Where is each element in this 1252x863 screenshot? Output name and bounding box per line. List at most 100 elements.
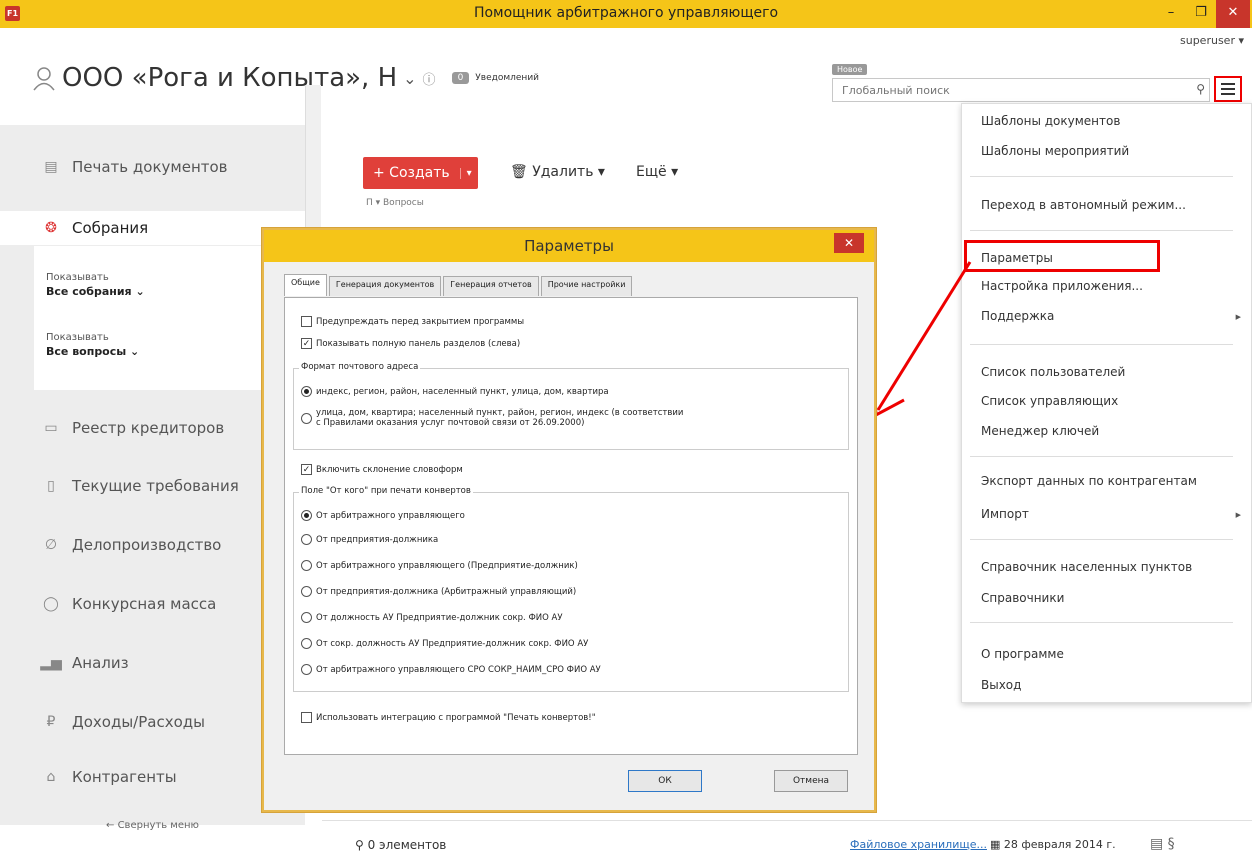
address-option-2[interactable]: улица, дом, квартира; населенный пункт, … (301, 408, 683, 428)
global-search[interactable]: ⚲ (832, 78, 1210, 102)
sidebar: ▤ Печать документов ❂ Собрания Показывать … (0, 125, 305, 825)
document-icon: ▤ (44, 159, 58, 175)
minimize-button[interactable]: – (1156, 0, 1186, 28)
envelope-integration-checkbox[interactable]: Использовать интеграцию с программой "Пе… (301, 712, 596, 723)
menu-divider (970, 344, 1233, 345)
search-input[interactable] (833, 79, 1173, 102)
menu-item[interactable]: Импорт (981, 507, 1029, 521)
from-option[interactable]: От арбитражного управляющего (Предприяти… (301, 560, 578, 571)
from-option[interactable]: От предприятия-должника (301, 534, 438, 545)
sidebar-item-claims[interactable]: ▯ Текущие требования (0, 466, 305, 506)
dialog-tabs: Общие Генерация документов Генерация отч… (284, 274, 634, 296)
file-storage-link[interactable]: Файловое хранилище... (850, 838, 987, 851)
from-option[interactable]: От предприятия-должника (Арбитражный упр… (301, 586, 576, 597)
menu-item[interactable]: Менеджер ключей (981, 424, 1099, 438)
from-option[interactable]: От арбитражного управляющего СРО СОКР_НА… (301, 664, 601, 675)
create-button[interactable]: + Создать ▾ (363, 157, 478, 189)
sidebar-item-contractors[interactable]: ⌂ Контрагенты (0, 757, 305, 797)
menu-item[interactable]: Справочники (981, 591, 1064, 605)
menu-item[interactable]: Переход в автономный режим... (981, 198, 1186, 212)
full-panel-checkbox[interactable]: ✓ Показывать полную панель разделов (слев… (301, 338, 520, 349)
status-icons[interactable]: ▤ § (1150, 836, 1175, 852)
collapse-menu-button[interactable]: ← Свернуть меню (0, 806, 305, 846)
sidebar-item-label: Доходы/Расходы (72, 713, 205, 731)
breadcrumb[interactable]: П ▾ Вопросы (366, 198, 424, 208)
radio-button (301, 534, 312, 545)
sidebar-item-records[interactable]: ∅ Делопроизводство (0, 525, 305, 565)
menu-item[interactable]: Справочник населенных пунктов (981, 560, 1192, 574)
new-tag: Новое (832, 64, 868, 75)
hamburger-icon (1221, 83, 1235, 95)
maximize-button[interactable]: ❐ (1186, 0, 1216, 28)
from-option[interactable]: От арбитражного управляющего (301, 510, 465, 521)
hamburger-menu-button[interactable] (1214, 76, 1242, 102)
radio-button (301, 386, 312, 397)
clip-icon: ∅ (44, 537, 58, 553)
dialog-close-button[interactable]: ✕ (834, 233, 864, 253)
sidebar-item-analysis[interactable]: ▂▅ Анализ (0, 643, 305, 683)
tab-other-settings[interactable]: Прочие настройки (540, 276, 633, 296)
menu-item[interactable]: Настройка приложения... (981, 279, 1143, 293)
create-label: + Создать (373, 165, 450, 181)
close-button[interactable]: ✕ (1216, 0, 1250, 28)
radio-label: От арбитражного управляющего (Предприяти… (316, 560, 578, 571)
tab-panel: Предупреждать перед закрытием программы … (284, 297, 858, 755)
sidebar-item-print[interactable]: ▤ Печать документов (0, 147, 305, 187)
sidebar-item-label: Собрания (72, 219, 149, 237)
radio-button (301, 413, 312, 424)
sidebar-item-creditors[interactable]: ▭ Реестр кредиторов (0, 408, 305, 448)
meetings-filter-dropdown[interactable]: Все собрания ⌄ (46, 285, 145, 298)
radio-label: индекс, регион, район, населенный пункт,… (316, 386, 609, 397)
chevron-down-icon[interactable]: ▾ (459, 167, 478, 179)
from-option[interactable]: От сокр. должность АУ Предприятие-должни… (301, 638, 588, 649)
checkbox-box (301, 712, 312, 723)
declension-checkbox[interactable]: ✓ Включить склонение словоформ (301, 464, 463, 475)
menu-divider (970, 456, 1233, 457)
filter-label: Показывать (46, 332, 109, 343)
parameters-dialog: Параметры ✕ Общие Генерация документов Г… (262, 228, 876, 812)
delete-button[interactable]: 🗑 Удалить ▾ (510, 164, 605, 180)
menu-item[interactable]: Экспорт данных по контрагентам (981, 474, 1197, 488)
main-menu: Шаблоны документов Шаблоны мероприятий П… (961, 103, 1252, 703)
menu-item[interactable]: Поддержка (981, 309, 1054, 323)
notification-count: 0 (451, 72, 470, 84)
menu-item[interactable]: Список пользователей (981, 365, 1125, 379)
window-title: Помощник арбитражного управляющего (473, 5, 779, 21)
user-menu[interactable]: superuser ▾ (1180, 34, 1244, 47)
radio-label: От предприятия-должника (Арбитражный упр… (316, 586, 577, 597)
dialog-title: Параметры (264, 230, 874, 262)
menu-divider (970, 176, 1233, 177)
menu-item[interactable]: Список управляющих (981, 394, 1118, 408)
radio-button (301, 510, 312, 521)
info-icon[interactable]: ⓘ (423, 69, 436, 88)
mass-icon: ◯ (43, 596, 59, 612)
tab-report-generation[interactable]: Генерация отчетов (443, 276, 539, 296)
warn-on-close-checkbox[interactable]: Предупреждать перед закрытием программы (301, 316, 524, 327)
menu-item[interactable]: Шаблоны документов (981, 114, 1120, 128)
notifications-link[interactable]: Уведомлений (475, 73, 539, 83)
menu-item[interactable]: О программе (981, 647, 1064, 661)
menu-item[interactable]: Шаблоны мероприятий (981, 144, 1129, 158)
sidebar-item-mass[interactable]: ◯ Конкурсная масса (0, 584, 305, 624)
group-label: Поле "От кого" при печати конвертов (299, 486, 473, 496)
chevron-down-icon[interactable]: ⌄ (403, 69, 416, 88)
menu-divider (970, 539, 1233, 540)
cancel-button[interactable]: Отмена (774, 770, 848, 792)
sidebar-item-income[interactable]: ₽ Доходы/Расходы (0, 702, 305, 742)
tab-doc-generation[interactable]: Генерация документов (328, 276, 442, 296)
person-icon (33, 67, 55, 91)
address-option-1[interactable]: индекс, регион, район, населенный пункт,… (301, 386, 609, 397)
tab-general[interactable]: Общие (284, 274, 327, 296)
sidebar-item-meetings[interactable]: ❂ Собрания (0, 211, 305, 245)
ok-button[interactable]: ОК (628, 770, 702, 792)
from-option[interactable]: От должность АУ Предприятие-должник сокр… (301, 612, 563, 623)
radio-label: От сокр. должность АУ Предприятие-должни… (316, 638, 589, 649)
meeting-icon: ❂ (45, 220, 57, 236)
title-bar: F1 Помощник арбитражного управляющего – … (0, 0, 1252, 28)
search-icon[interactable]: ⚲ (1196, 82, 1205, 96)
more-button[interactable]: Ещё ▾ (636, 164, 678, 180)
submenu-arrow-icon: ▶ (1235, 313, 1241, 321)
org-header[interactable]: ООО «Рога и Копыта», Н ⌄ ⓘ 0 Уведомлений (32, 58, 539, 98)
questions-filter-dropdown[interactable]: Все вопросы ⌄ (46, 345, 139, 358)
menu-item[interactable]: Выход (981, 678, 1021, 692)
